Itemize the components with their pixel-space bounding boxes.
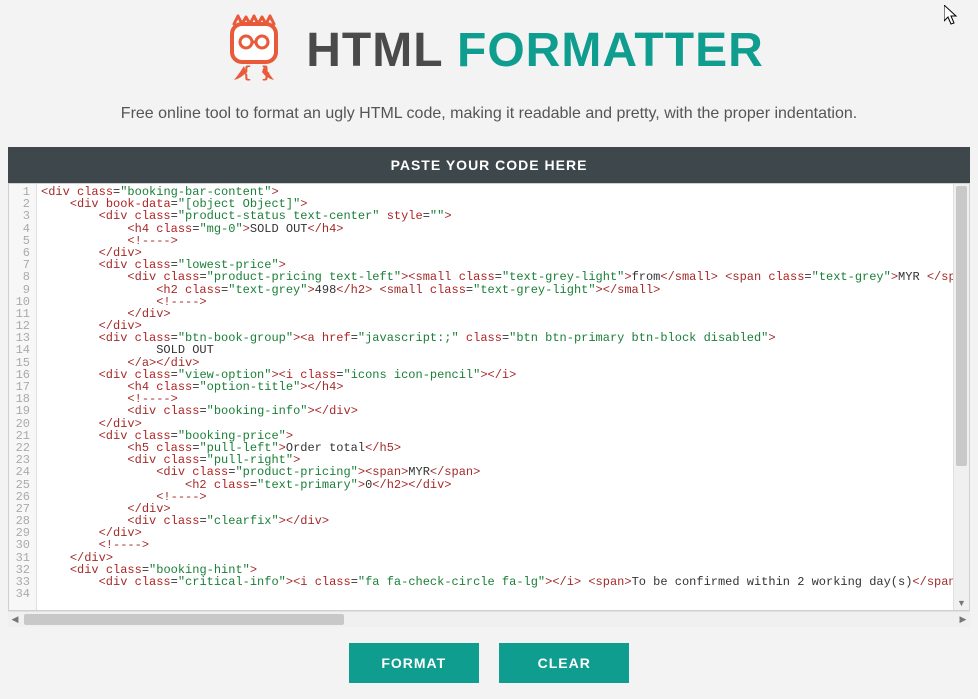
brand-part2: FORMATTER <box>457 24 764 77</box>
logo: { } HTML FORMATTER <box>214 14 764 86</box>
brand-part1: HTML <box>306 24 442 77</box>
brand-title: HTML FORMATTER <box>306 23 764 78</box>
horizontal-scroll-thumb[interactable] <box>24 614 344 625</box>
code-area[interactable]: <div class="booking-bar-content"> <div b… <box>37 184 953 610</box>
format-button[interactable]: FORMAT <box>349 643 479 683</box>
svg-text:{ }: { } <box>242 64 271 82</box>
button-row: FORMAT CLEAR <box>0 627 978 699</box>
editor-panel: PASTE YOUR CODE HERE 1234567891011121314… <box>8 147 970 611</box>
page-header: { } HTML FORMATTER Free online tool to f… <box>0 0 978 147</box>
vertical-scrollbar[interactable]: ▲ ▼ <box>953 184 969 610</box>
vertical-scroll-thumb[interactable] <box>956 186 967 466</box>
horizontal-scrollbar[interactable]: ◀ ▶ <box>8 611 970 627</box>
mascot-icon: { } <box>214 14 294 86</box>
scroll-down-icon[interactable]: ▼ <box>954 596 969 610</box>
scroll-left-icon[interactable]: ◀ <box>8 612 22 627</box>
tagline: Free online tool to format an ugly HTML … <box>0 105 978 123</box>
scroll-right-icon[interactable]: ▶ <box>956 612 970 627</box>
line-gutter: 1234567891011121314151617181920212223242… <box>9 184 37 610</box>
clear-button[interactable]: CLEAR <box>499 643 629 683</box>
panel-title: PASTE YOUR CODE HERE <box>8 147 970 183</box>
code-editor[interactable]: 1234567891011121314151617181920212223242… <box>8 183 970 611</box>
